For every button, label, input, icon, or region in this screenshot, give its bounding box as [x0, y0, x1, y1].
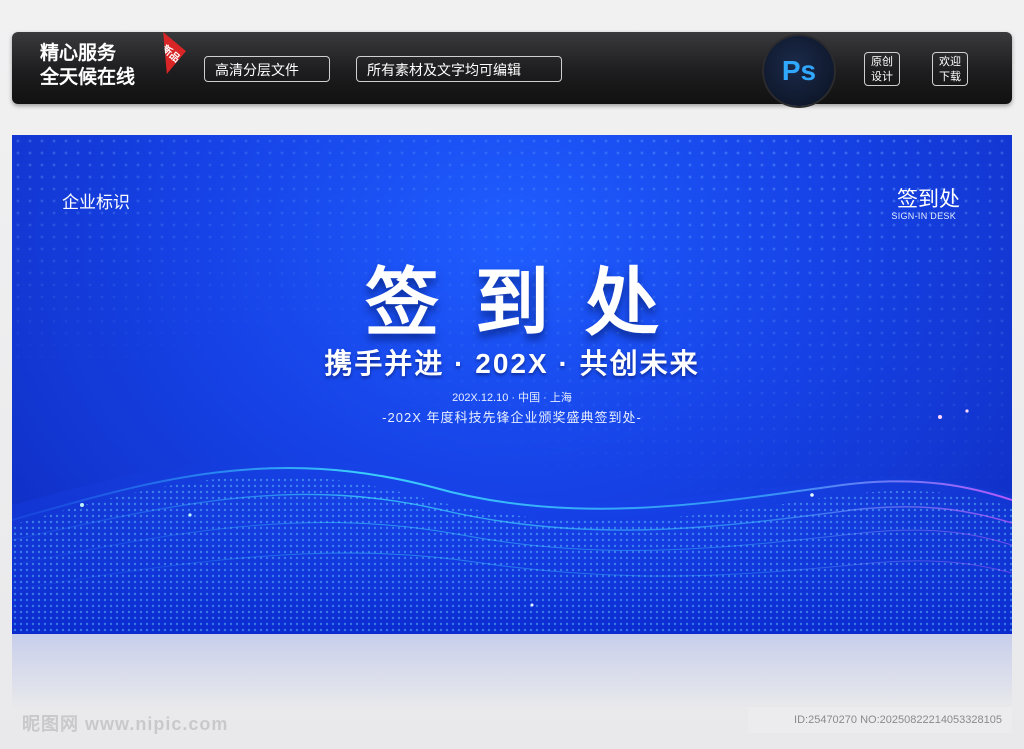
original-design-line-2: 设计 [871, 71, 893, 83]
top-banner-bar: 精心服务 全天候在线 新品 高清分层文件 所有素材及文字均可编辑 Ps 原创 设… [12, 32, 1012, 106]
event-date-location: 202X.12.10 · 中国 · 上海 [452, 392, 572, 404]
corner-sign-in-title: 签到处 [897, 188, 960, 211]
original-design-line-1: 原创 [871, 56, 893, 68]
image-id-label: ID:25470270 NO:20250822214053328105 [748, 707, 1012, 733]
sign-in-banner: 企业标识 签到处 SIGN-IN DESK 签到处 携手并进 · 202X · … [12, 135, 1012, 634]
main-title: 签到处 [365, 260, 695, 346]
new-badge: 新品 [144, 32, 186, 74]
new-badge-label: 新品 [159, 43, 182, 65]
banner-reflection [12, 634, 1012, 709]
corner-sign-in-subtitle: SIGN-IN DESK [891, 211, 956, 221]
service-brand: 精心服务 全天候在线 [40, 42, 135, 90]
welcome-download-line-1: 欢迎 [939, 56, 961, 68]
photoshop-icon: Ps [764, 36, 834, 106]
slogan: 携手并进 · 202X · 共创未来 [324, 348, 700, 379]
particle-wave-graphic [12, 409, 1012, 634]
feature-pill-layered-file: 高清分层文件 [204, 56, 330, 82]
brand-line-2: 全天候在线 [40, 67, 136, 88]
welcome-download-tag: 欢迎 下载 [932, 52, 968, 86]
original-design-tag: 原创 设计 [864, 52, 900, 86]
site-watermark: 昵图网 www.nipic.com [22, 714, 229, 734]
welcome-download-line-2: 下载 [939, 71, 961, 83]
company-logo-placeholder: 企业标识 [62, 193, 130, 212]
brand-line-1: 精心服务 [40, 43, 117, 64]
feature-pill-editable: 所有素材及文字均可编辑 [356, 56, 562, 82]
photoshop-label: Ps [781, 55, 817, 86]
event-name: -202X 年度科技先锋企业颁奖盛典签到处- [382, 410, 642, 425]
